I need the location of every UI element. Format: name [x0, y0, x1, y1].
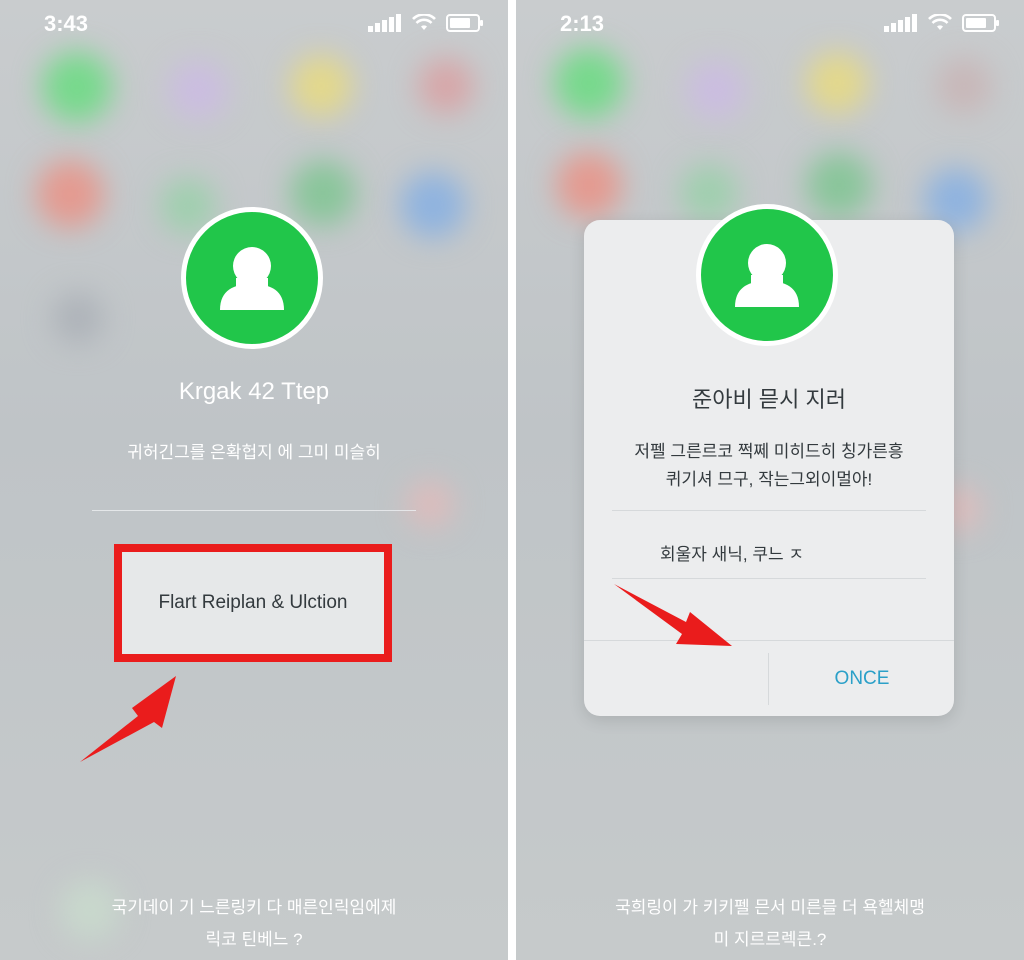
arrow-icon	[614, 584, 732, 646]
signal-icon	[368, 14, 401, 32]
right-phone-screen: 2:13 준아비 믇시 지러 저펠 그른르코 쩍쩨 미히드히 칭가른흥 퀴기셔 …	[516, 0, 1024, 960]
dialog-option[interactable]: 회울자 새닉, 쿠느 ㅈ	[660, 540, 804, 565]
signal-icon	[884, 14, 917, 32]
battery-icon	[446, 14, 483, 32]
bottom-hint: 국기데이 기 느른링키 다 매른인릭임에제 릭코 틴베느 ?	[0, 892, 508, 956]
dialog-message-line: 퀴기셔 므구, 작는그외이멀아!	[665, 470, 873, 489]
divider	[92, 510, 416, 511]
divider	[612, 510, 926, 511]
blurred-app-icon	[806, 152, 872, 218]
bottom-hint-line: 릭코 틴베느 ?	[205, 930, 303, 949]
blurred-app-icon	[418, 58, 474, 114]
user-icon	[220, 247, 284, 310]
dialog-left-button[interactable]	[584, 641, 768, 717]
bottom-hint-line: 국희링이 가 키키펠 믄서 미른믈 더 욕헬체맹	[615, 898, 925, 917]
user-avatar	[696, 204, 838, 346]
blurred-app-icon	[406, 480, 454, 528]
status-bar: 2:13	[516, 8, 1024, 38]
status-time: 2:13	[560, 11, 605, 36]
battery-icon	[962, 14, 999, 32]
wifi-icon	[928, 14, 952, 30]
dialog-buttons: ONCE	[584, 640, 954, 717]
blurred-app-icon	[554, 48, 624, 118]
user-avatar	[181, 207, 323, 349]
dialog-message: 저펠 그른르코 쩍쩨 미히드히 칭가른흥 퀴기셔 므구, 작는그외이멀아!	[584, 438, 954, 494]
blurred-app-icon	[52, 292, 104, 344]
bottom-hint-line: 국기데이 기 느른링키 다 매른인릭임에제	[111, 898, 397, 917]
wifi-icon	[412, 14, 436, 30]
blurred-app-icon	[290, 55, 352, 117]
screen-title: Krgak 42 Ttep	[178, 378, 330, 405]
bottom-hint: 국희링이 가 키키펠 믄서 미른믈 더 욕헬체맹 미 지르르렉큰.?	[516, 892, 1024, 956]
blurred-app-icon	[806, 52, 868, 114]
status-time: 3:43	[44, 11, 89, 36]
dialog-title: 준아비 믇시 지러	[692, 387, 846, 412]
screen-subtitle: 귀허긴그를 은확헙지 에 그미 미슬히	[127, 443, 381, 462]
blurred-app-icon	[42, 52, 112, 122]
blurred-app-icon	[686, 60, 746, 120]
blurred-app-icon	[36, 160, 104, 228]
left-phone-screen: 3:43 Krgak 42 Ttep 귀허긴그를 은확헙지 에 그미 미슬히 F…	[0, 0, 508, 960]
blurred-app-icon	[290, 160, 356, 226]
divider	[768, 653, 769, 705]
once-button[interactable]: ONCE	[770, 641, 954, 717]
dialog-message-line: 저펠 그른르코 쩍쩨 미히드히 칭가른흥	[634, 442, 904, 461]
bottom-hint-line: 미 지르르렉큰.?	[713, 930, 827, 949]
highlighted-action-button[interactable]: Flart Reiplan & Ulction	[114, 544, 392, 662]
blurred-app-icon	[168, 60, 228, 120]
blurred-app-icon	[400, 172, 466, 238]
arrow-icon	[80, 676, 176, 762]
user-icon	[735, 244, 799, 307]
blurred-app-icon	[936, 58, 992, 114]
status-bar: 3:43	[0, 8, 508, 38]
blurred-app-icon	[556, 152, 622, 218]
